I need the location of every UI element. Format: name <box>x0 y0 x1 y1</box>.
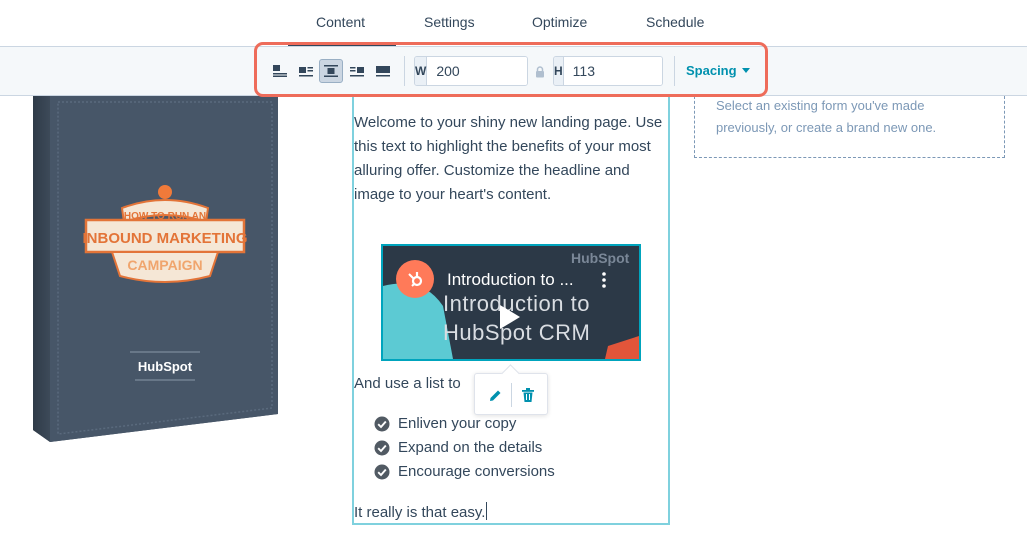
width-input[interactable] <box>427 57 527 85</box>
list-item[interactable]: Expand on the details <box>374 439 542 456</box>
height-field-group: H <box>553 56 663 86</box>
image-toolbar: W H Spacing <box>0 46 1027 96</box>
align-left-button[interactable] <box>268 59 292 83</box>
full-width-button[interactable] <box>371 59 395 83</box>
wrap-left-icon <box>299 67 313 77</box>
text-cursor <box>486 502 488 520</box>
list-item[interactable]: Encourage conversions <box>374 463 555 480</box>
align-left-icon <box>273 65 287 77</box>
align-center-button[interactable] <box>319 59 343 83</box>
editor-tabs: Content Settings Optimize Schedule <box>0 0 1027 46</box>
book-brand: HubSpot <box>138 359 193 374</box>
ebook-cover-image[interactable]: HOW TO RUN AN INBOUND MARKETING CAMPAIGN… <box>0 96 300 456</box>
height-input[interactable] <box>563 57 662 85</box>
toolbar-divider <box>404 56 405 86</box>
check-circle-icon <box>374 464 390 479</box>
width-label: W <box>415 57 428 85</box>
check-circle-icon <box>374 416 390 431</box>
form-placeholder-text: Select an existing form you've made prev… <box>716 98 937 135</box>
height-label: H <box>554 57 564 85</box>
pencil-icon <box>489 390 500 401</box>
list-item-text: Enliven your copy <box>398 415 517 432</box>
lock-icon <box>536 66 544 78</box>
video-title: Introduction to ... <box>447 270 574 289</box>
align-center-icon <box>324 65 338 77</box>
video-watermark: HubSpot <box>571 250 630 266</box>
book-title-line3: CAMPAIGN <box>127 257 202 273</box>
tab-content[interactable]: Content <box>316 14 365 30</box>
aspect-lock-button[interactable] <box>535 65 545 83</box>
play-icon[interactable] <box>498 304 522 335</box>
video-edit-popover <box>474 364 548 415</box>
wrap-right-button[interactable] <box>345 59 369 83</box>
closing-text-wrapper[interactable]: It really is that easy. <box>354 502 488 521</box>
toolbar-divider <box>674 56 675 86</box>
delete-video-button[interactable] <box>519 386 537 404</box>
wrap-right-icon <box>350 67 364 77</box>
book-title-line2: INBOUND MARKETING <box>83 230 248 247</box>
wrap-left-button[interactable] <box>294 59 318 83</box>
caret-down-icon <box>741 68 750 73</box>
check-circle-icon <box>374 440 390 455</box>
edit-video-button[interactable] <box>486 386 504 404</box>
trash-icon <box>522 388 534 402</box>
video-more-icon[interactable] <box>602 272 606 293</box>
width-field-group: W <box>414 56 528 86</box>
tab-schedule[interactable]: Schedule <box>646 14 704 30</box>
book-title-line1: HOW TO RUN AN <box>124 211 206 222</box>
list-item-text: Encourage conversions <box>398 463 555 480</box>
intro-paragraph[interactable]: Welcome to your shiny new landing page. … <box>354 111 664 207</box>
closing-text: It really is that easy. <box>354 504 486 521</box>
list-item[interactable]: Enliven your copy <box>374 415 516 432</box>
tab-settings[interactable]: Settings <box>424 14 475 30</box>
full-width-icon <box>376 66 390 77</box>
video-embed[interactable]: HubSpot Introduction to HubSpot CRM Intr… <box>381 244 641 361</box>
tab-optimize[interactable]: Optimize <box>532 14 587 30</box>
spacing-label: Spacing <box>686 63 737 78</box>
list-item-text: Expand on the details <box>398 439 543 456</box>
spacing-dropdown[interactable]: Spacing <box>686 63 750 78</box>
hubspot-logo-icon <box>396 260 434 298</box>
list-intro-text[interactable]: And use a list to <box>354 375 461 392</box>
